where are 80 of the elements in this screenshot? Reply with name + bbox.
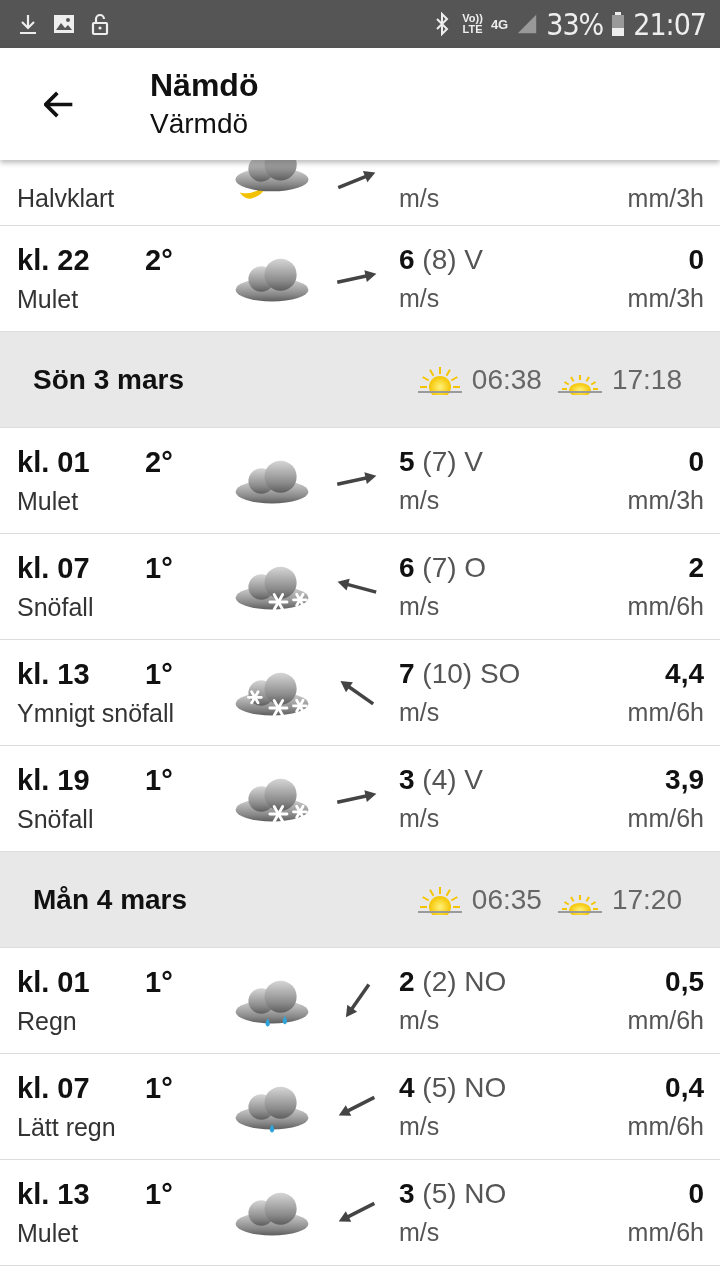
clock: 21:07 <box>633 6 706 42</box>
precipitation-amount: 0 <box>688 446 704 478</box>
sunset-icon <box>555 893 604 915</box>
wind-speed: 2 (2) NO <box>399 966 508 998</box>
weather-description: Lätt regn <box>17 1112 117 1142</box>
forecast-time: kl. 19 <box>17 763 91 797</box>
precipitation-unit: mm/6h <box>627 804 704 833</box>
volte-label: Vo)) <box>462 13 483 24</box>
wind-speed: 4 (5) NO <box>399 1072 508 1104</box>
wind-unit: m/s <box>399 486 441 515</box>
temperature: 1° <box>145 1071 173 1105</box>
temperature: 1° <box>145 1177 173 1211</box>
forecast-time: kl. 01 <box>17 445 91 479</box>
weather-description: Mulet <box>17 1218 80 1248</box>
battery-icon <box>611 12 626 36</box>
wind-speed: 6 (8) V <box>399 244 485 276</box>
precipitation-amount: 4,4 <box>665 658 704 690</box>
weather-description: Halvklart <box>17 184 116 213</box>
day-title: Sön 3 mars <box>33 363 184 396</box>
weather-description: Mulet <box>17 284 80 314</box>
wind-unit: m/s <box>399 1218 441 1247</box>
precipitation-unit: mm/3h <box>627 284 704 313</box>
precipitation-unit: mm/6h <box>627 1006 704 1035</box>
precipitation-amount: 0,5 <box>665 966 704 998</box>
volte-label: LTE <box>462 24 483 35</box>
temperature: 1° <box>145 551 173 585</box>
sunrise-time: 06:38 <box>471 363 542 396</box>
wind-unit: m/s <box>399 698 441 727</box>
wind-unit: m/s <box>399 592 441 621</box>
forecast-time: kl. 07 <box>17 1071 91 1105</box>
sunset-time: 17:18 <box>611 363 682 396</box>
weather-description: Snöfall <box>17 804 95 834</box>
wind-unit: m/s <box>399 284 441 313</box>
precipitation-unit: mm/6h <box>627 1218 704 1247</box>
precipitation-amount: 0 <box>688 244 704 276</box>
forecast-time: kl. 01 <box>17 965 91 999</box>
wind-speed: 5 (7) V <box>399 446 485 478</box>
sunset-time: 17:20 <box>611 883 682 916</box>
forecast-time: kl. 22 <box>17 243 91 277</box>
temperature: 1° <box>145 657 173 691</box>
wind-unit: m/s <box>399 1112 441 1141</box>
image-icon <box>52 12 76 36</box>
location-subtitle: Värmdö <box>150 107 250 141</box>
precipitation-unit: mm/3h <box>627 184 704 213</box>
precipitation-unit: mm/6h <box>627 1112 704 1141</box>
temperature: 2° <box>145 243 173 277</box>
location-title: Nämdö <box>150 66 259 105</box>
sunset-icon <box>555 373 604 395</box>
wind-speed: 6 (7) O <box>399 552 488 584</box>
sunrise-time: 06:35 <box>471 883 542 916</box>
weather-description: Ymnigt snöfall <box>17 698 176 728</box>
wind-speed: 3 (4) V <box>399 764 485 796</box>
battery-percentage: 33% <box>546 6 604 42</box>
wind-speed: 3 (5) NO <box>399 1178 508 1210</box>
signal-icon <box>516 13 539 35</box>
weather-description: Snöfall <box>17 592 95 622</box>
forecast-time: kl. 07 <box>17 551 91 585</box>
weather-description: Mulet <box>17 486 80 516</box>
precipitation-amount: 3,9 <box>665 764 704 796</box>
precipitation-unit: mm/6h <box>627 592 704 621</box>
temperature: 2° <box>145 445 173 479</box>
wind-speed: 7 (10) SO <box>399 658 522 690</box>
precipitation-unit: mm/6h <box>627 698 704 727</box>
precipitation-amount: 0,4 <box>665 1072 704 1104</box>
weather-description: Regn <box>17 1006 78 1036</box>
temperature: 1° <box>145 763 173 797</box>
sunrise-icon <box>415 364 464 395</box>
back-arrow-icon <box>44 90 74 118</box>
forecast-time: kl. 13 <box>17 657 91 691</box>
sunrise-icon <box>415 884 464 915</box>
network-type: 4G <box>490 16 509 32</box>
precipitation-amount: 2 <box>688 552 704 584</box>
day-title: Mån 4 mars <box>33 883 188 916</box>
wind-unit: m/s <box>399 804 441 833</box>
wind-unit: m/s <box>399 1006 441 1035</box>
temperature: 1° <box>145 965 173 999</box>
precipitation-amount: 0 <box>688 1178 704 1210</box>
precipitation-unit: mm/3h <box>627 486 704 515</box>
forecast-time: kl. 13 <box>17 1177 91 1211</box>
wind-unit: m/s <box>399 184 441 213</box>
